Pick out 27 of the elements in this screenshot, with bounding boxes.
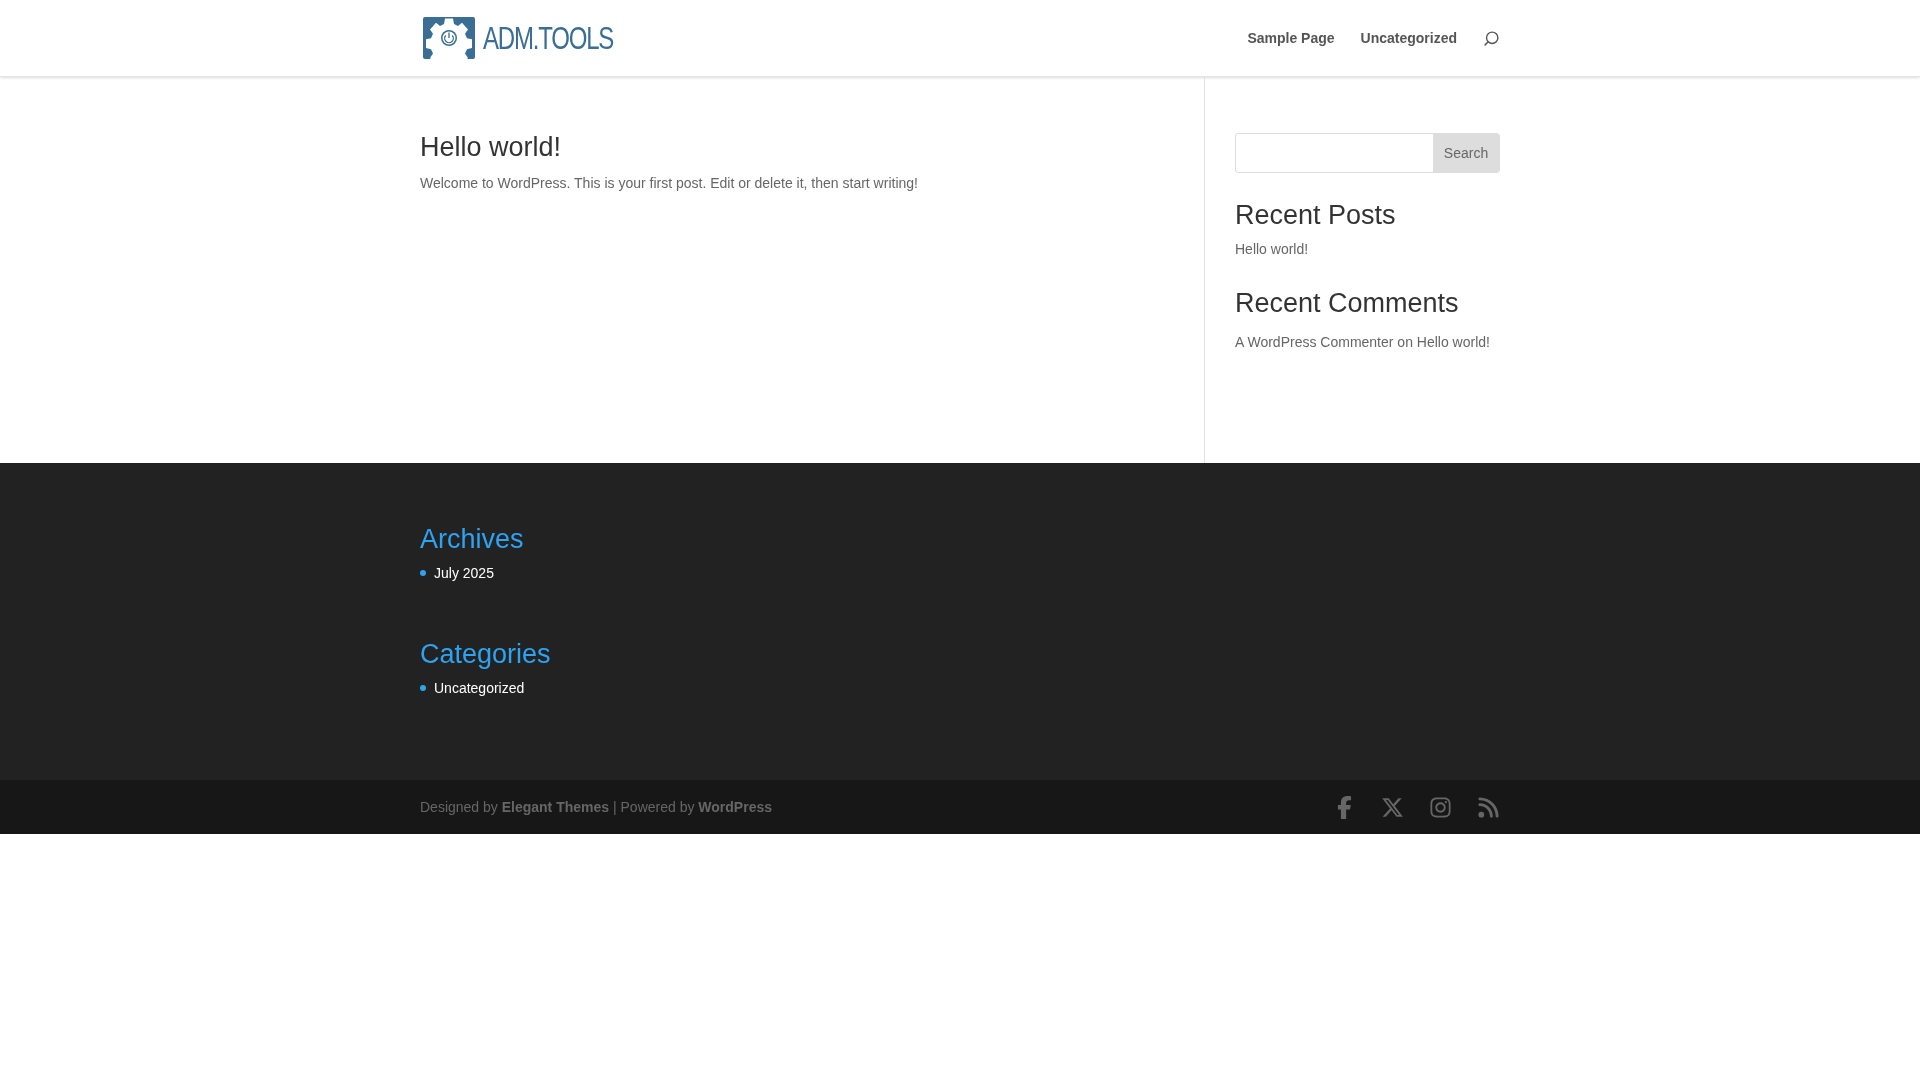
search-button[interactable]: Search [1433, 134, 1499, 172]
post-link[interactable]: Hello world! [1235, 238, 1500, 260]
gear-logo-icon [423, 17, 475, 59]
widget-title: Recent Comments [1235, 289, 1460, 316]
rss-icon[interactable] [1477, 795, 1500, 819]
footer-link[interactable]: Uncategorized [434, 677, 525, 699]
comment-text: A WordPress Commenter on Hello world! [1235, 332, 1491, 352]
post-excerpt: Welcome to WordPress. This is your first post. Edit or delete it, then start writing! [420, 173, 919, 193]
site-logo[interactable]: ADM.TOOLS [423, 17, 657, 59]
platform-link[interactable]: WordPress [698, 798, 772, 815]
x-icon[interactable] [1381, 795, 1404, 819]
bullet-icon [420, 685, 426, 691]
widget-title: Recent Posts [1235, 199, 1397, 232]
footer-widget-title: Categories [420, 637, 552, 671]
post-title[interactable]: Hello world! [420, 131, 1204, 165]
search-field[interactable]: Search [1235, 133, 1500, 173]
footer-widget-title: Archives [420, 523, 525, 556]
comment-author-link[interactable]: A WordPress Commenter [1235, 333, 1394, 350]
credits-text: Designed by Elegant Themes | Powered by WordPress [420, 797, 772, 817]
footer-link[interactable]: July 2025 [434, 562, 494, 584]
nav-link[interactable]: Uncategorized [1360, 27, 1457, 49]
instagram-icon[interactable] [1429, 795, 1452, 819]
search-icon[interactable] [1483, 29, 1500, 47]
nav-link[interactable]: Sample Page [1247, 27, 1335, 49]
theme-link[interactable]: Elegant Themes [501, 798, 610, 815]
comment-post-link[interactable]: Hello world! [1416, 333, 1490, 350]
bullet-icon [420, 570, 426, 577]
